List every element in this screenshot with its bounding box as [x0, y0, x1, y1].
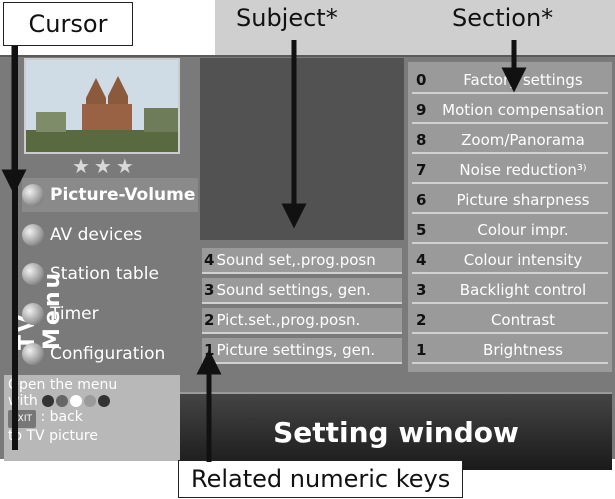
section-num: 8 [416, 131, 427, 149]
section-label: Picture sharpness [456, 191, 590, 209]
help-line-1: Open the menu [8, 377, 118, 393]
menu-item-station-table[interactable]: Station table [22, 257, 198, 291]
subject-label: Sound settings, gen. [216, 281, 371, 299]
section-num: 2 [416, 311, 427, 329]
ball-icon [22, 303, 44, 325]
section-num: 0 [416, 71, 427, 89]
subject-num: 1 [204, 341, 215, 359]
menu-item-label: Configuration [50, 344, 166, 364]
subject-row-2[interactable]: 2 Pict.set.,prog.posn. [202, 308, 402, 334]
section-row-7[interactable]: 7 Noise reduction³⁾ [412, 158, 608, 184]
menu-item-label: Timer [50, 304, 99, 324]
section-label: Colour intensity [463, 251, 583, 269]
color-dot-icon [56, 395, 69, 407]
section-num: 1 [416, 341, 427, 359]
cursor-callout: Cursor [3, 2, 133, 46]
section-num: 3 [416, 281, 427, 299]
section-num: 6 [416, 191, 427, 209]
section-row-9[interactable]: 9 Motion compensation [412, 98, 608, 124]
section-row-8[interactable]: 8 Zoom/Panorama [412, 128, 608, 154]
subject-num: 2 [204, 311, 215, 329]
color-dot-icon [70, 395, 83, 407]
subject-num: 4 [204, 251, 215, 269]
section-label: Noise reduction³⁾ [459, 161, 587, 179]
section-num: 4 [416, 251, 427, 269]
subject-panel [200, 58, 404, 240]
section-num: 5 [416, 221, 427, 239]
section-row-6[interactable]: 6 Picture sharpness [412, 188, 608, 214]
section-label: Zoom/Panorama [461, 131, 585, 149]
help-back: : back [40, 409, 83, 425]
color-dot-icon [84, 395, 97, 407]
section-label: Colour impr. [477, 221, 569, 239]
ball-icon [22, 263, 44, 285]
section-row-3[interactable]: 3 Backlight control [412, 278, 608, 304]
help-line-2: with [8, 393, 176, 409]
color-dot-icon [42, 395, 55, 407]
setting-window: Setting window [180, 392, 612, 470]
ball-icon [22, 184, 44, 206]
menu-item-configuration[interactable]: Configuration [22, 337, 198, 371]
menu-item-label: AV devices [50, 225, 143, 245]
section-label: Motion compensation [442, 101, 604, 119]
subject-callout: Subject* [236, 4, 338, 32]
section-callout: Section* [452, 4, 554, 32]
rating-stars: ★★★ [72, 154, 138, 178]
section-row-5[interactable]: 5 Colour impr. [412, 218, 608, 244]
menu-item-label: Picture-Volume [50, 185, 196, 205]
numeric-keys-callout: Related numeric keys [178, 460, 464, 498]
section-row-2[interactable]: 2 Contrast [412, 308, 608, 334]
section-label: Contrast [490, 311, 556, 329]
help-box: Open the menu with EXIT : back to TV pic… [4, 375, 180, 461]
ball-icon [22, 224, 44, 246]
subject-row-4[interactable]: 4 Sound set,.prog.posn [202, 248, 402, 274]
section-label: Backlight control [459, 281, 587, 299]
subject-label: Picture settings, gen. [216, 341, 376, 359]
menu-item-label: Station table [50, 264, 159, 284]
section-num: 9 [416, 101, 427, 119]
section-num: 7 [416, 161, 427, 179]
subject-label: Pict.set.,prog.posn. [216, 311, 361, 329]
section-row-1[interactable]: 1 Brightness [412, 338, 608, 364]
menu-item-picture-volume[interactable]: Picture-Volume [22, 178, 198, 212]
menu-item-av-devices[interactable]: AV devices [22, 218, 198, 252]
help-line-3: EXIT : back [8, 409, 176, 428]
ball-icon [22, 343, 44, 365]
tv-picture-thumbnail [24, 58, 180, 154]
help-line-4: to TV picture [8, 428, 98, 444]
color-dot-icon [98, 395, 111, 407]
subject-row-1[interactable]: 1 Picture settings, gen. [202, 338, 402, 364]
subject-num: 3 [204, 281, 215, 299]
subject-label: Sound set,.prog.posn [216, 251, 376, 269]
section-row-4[interactable]: 4 Colour intensity [412, 248, 608, 274]
section-label: Factory settings [463, 71, 583, 89]
menu-item-timer[interactable]: Timer [22, 297, 198, 331]
cursor-guide-line [12, 46, 18, 450]
section-row-0[interactable]: 0 Factory settings [412, 68, 608, 94]
section-label: Brightness [483, 341, 563, 359]
subject-row-3[interactable]: 3 Sound settings, gen. [202, 278, 402, 304]
